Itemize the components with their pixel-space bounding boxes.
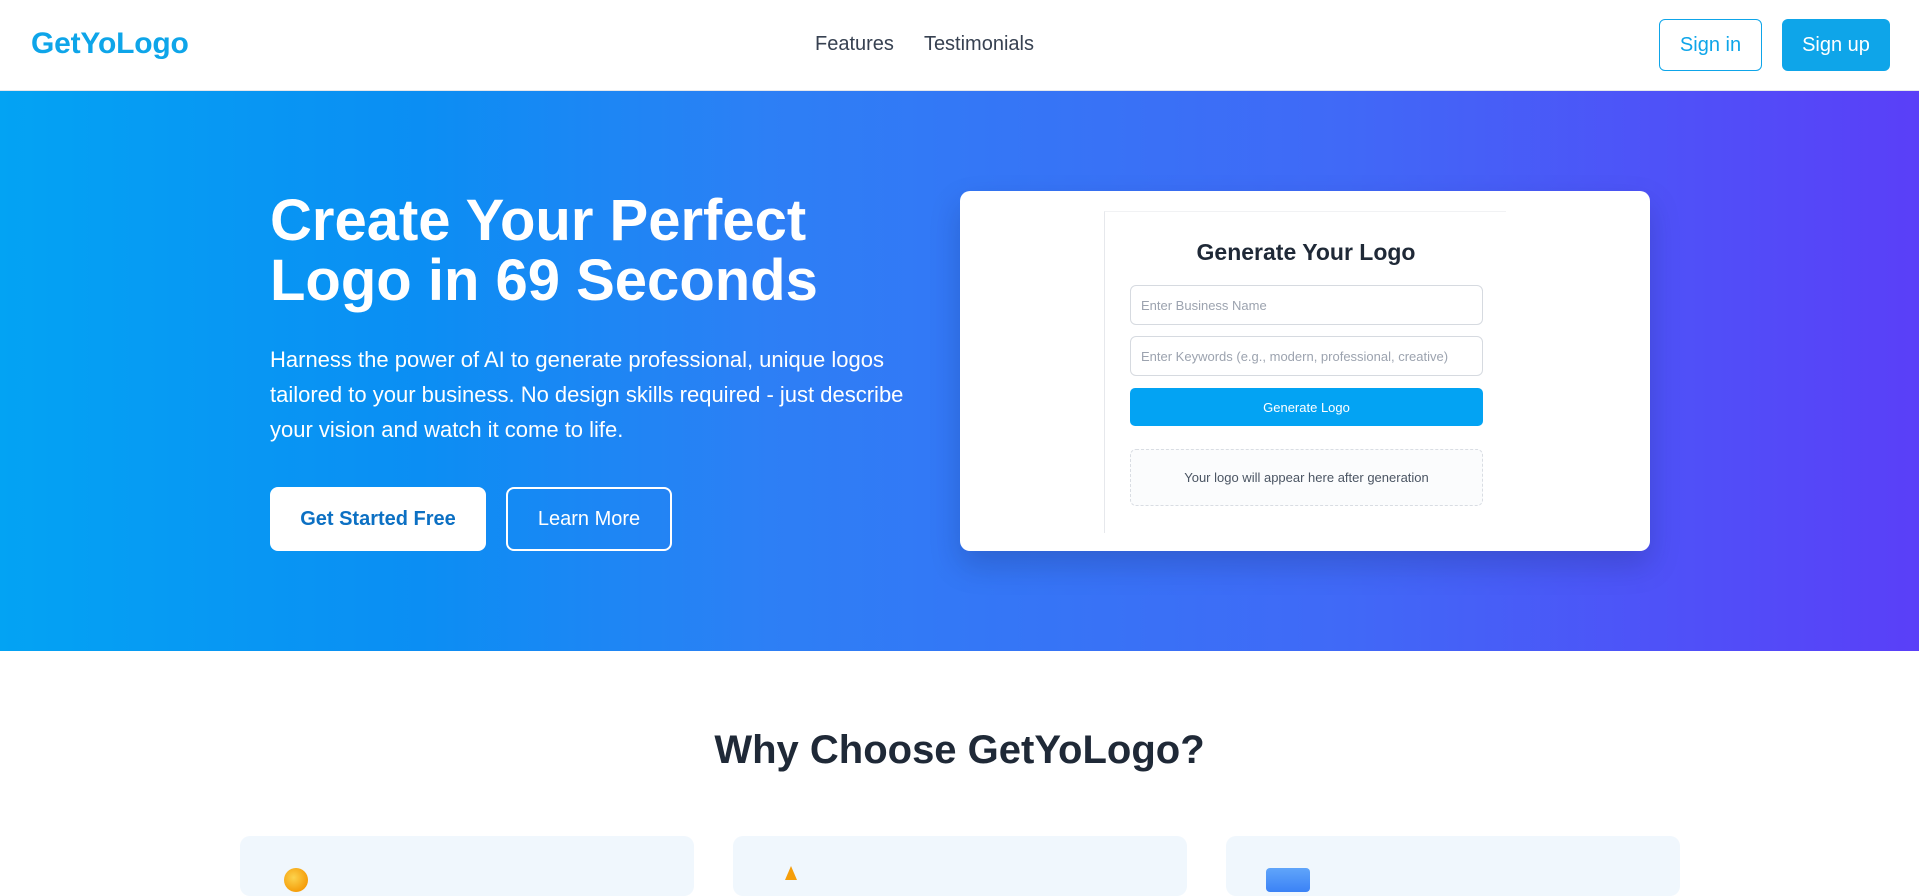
business-name-input[interactable]: Enter Business Name	[1130, 285, 1483, 325]
feature-card	[1226, 836, 1680, 896]
generator-form: Generate Your Logo Enter Business Name E…	[1104, 211, 1506, 533]
hero-subtitle: Harness the power of AI to generate prof…	[270, 347, 904, 442]
sign-in-button[interactable]: Sign in	[1659, 19, 1762, 71]
nav-link-features[interactable]: Features	[815, 33, 894, 56]
hero-title: Create Your Perfect Logo in 69 Seconds	[270, 188, 818, 313]
get-started-button[interactable]: Get Started Free	[270, 487, 486, 551]
logo-preview-area: Your logo will appear here after generat…	[1130, 449, 1483, 506]
nav-link-testimonials[interactable]: Testimonials	[924, 33, 1034, 56]
feature-card	[240, 836, 694, 896]
lightning-icon	[785, 866, 797, 880]
learn-more-button[interactable]: Learn More	[506, 487, 672, 551]
generate-logo-button[interactable]: Generate Logo	[1130, 388, 1483, 426]
feature-card	[733, 836, 1187, 896]
palette-icon	[1266, 868, 1310, 892]
sign-up-button[interactable]: Sign up	[1782, 19, 1890, 71]
generator-title: Generate Your Logo	[1196, 239, 1416, 265]
logo-generator-card: Generate Your Logo Enter Business Name E…	[960, 191, 1650, 551]
brand-logo[interactable]: GetYoLogo	[31, 27, 189, 61]
main-nav: Features Testimonials	[815, 33, 1034, 56]
hero-section: Create Your Perfect Logo in 69 Seconds H…	[0, 91, 1919, 651]
why-choose-title: Why Choose GetYoLogo?	[714, 728, 1205, 772]
lightbulb-icon	[284, 868, 308, 892]
site-header: GetYoLogo Features Testimonials Sign in …	[0, 0, 1919, 91]
keywords-input[interactable]: Enter Keywords (e.g., modern, profession…	[1130, 336, 1483, 376]
